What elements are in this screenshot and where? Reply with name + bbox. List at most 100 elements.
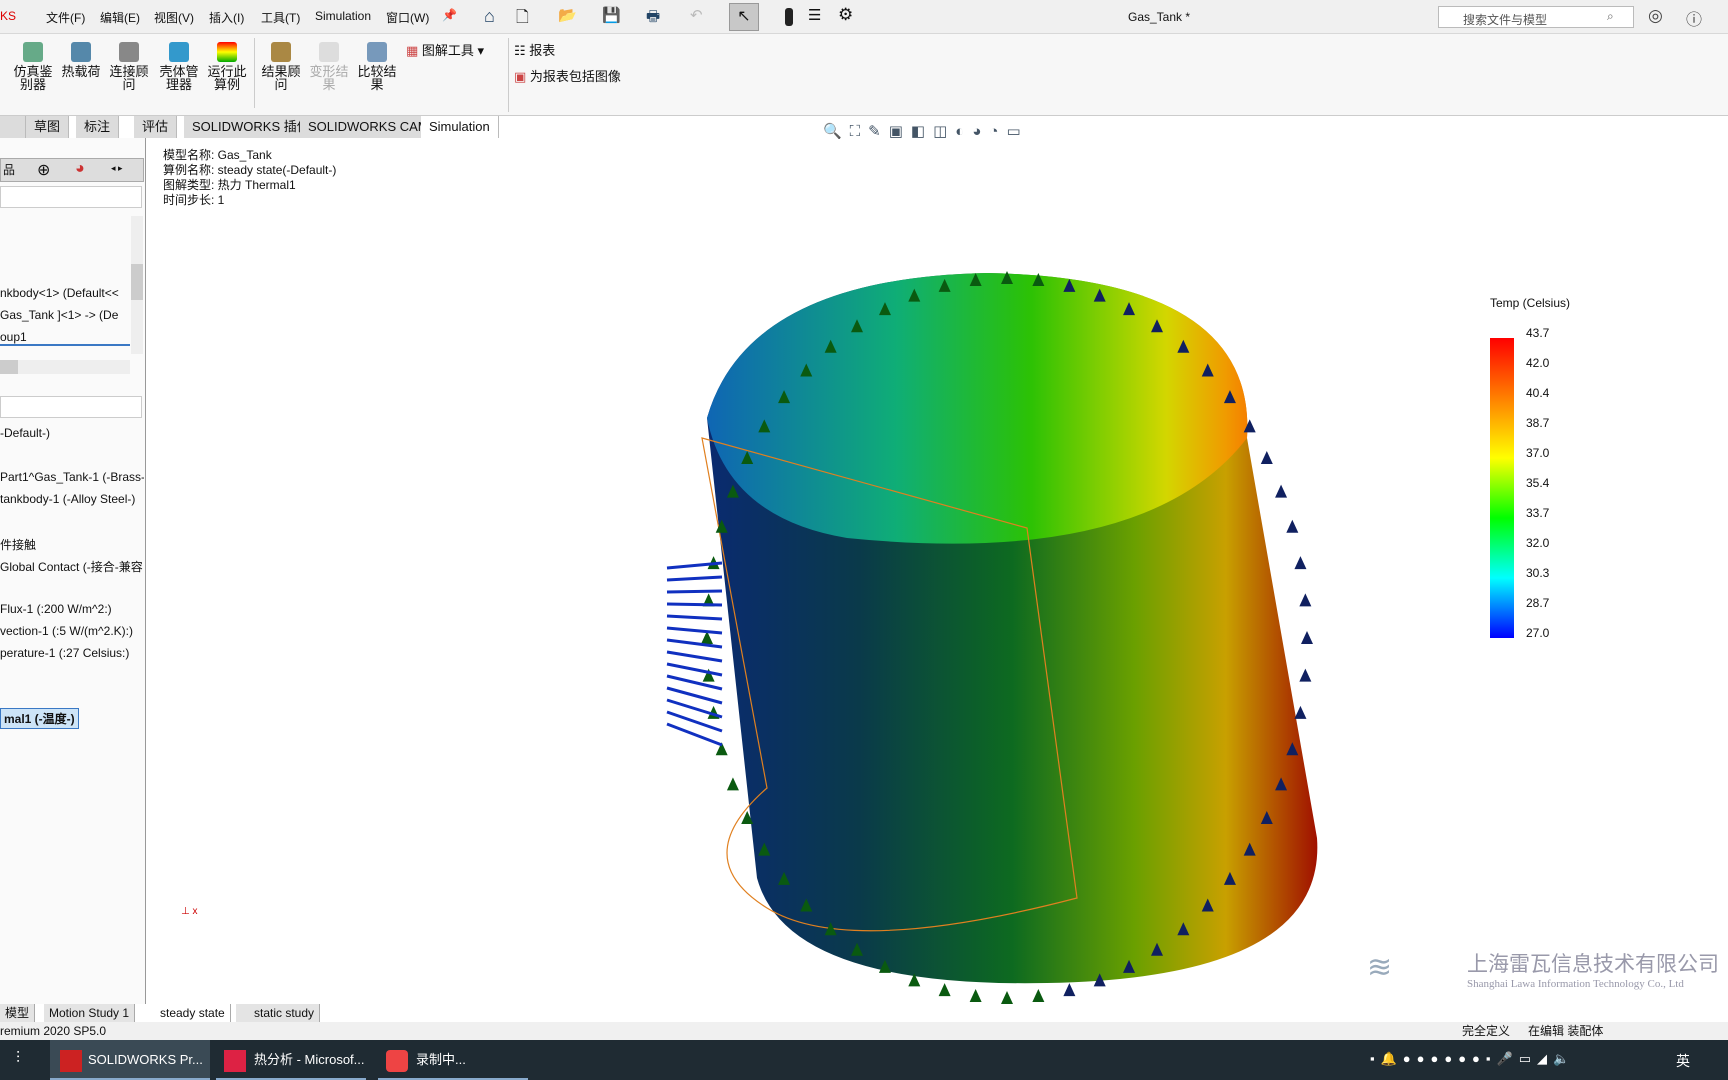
thermal-loads-button[interactable]: 热载荷 — [58, 42, 104, 78]
legend-tick: 33.7 — [1526, 506, 1550, 520]
search-icon[interactable]: ⌕ — [1607, 9, 1614, 24]
shell-manager-button[interactable]: 壳体管理器 — [156, 42, 202, 91]
legend-title: Temp (Celsius) — [1490, 296, 1571, 310]
menu-simulation[interactable]: Simulation — [315, 9, 371, 23]
simulation-advisor-button[interactable]: 仿真鉴别器 — [10, 42, 56, 91]
include-image-button[interactable]: ▣ 为报表包括图像 — [514, 66, 621, 85]
menu-view[interactable]: 视图(V) — [154, 9, 194, 26]
taskbar-recorder[interactable]: 录制中... — [378, 1040, 528, 1080]
taskbar-solidworks[interactable]: SOLIDWORKS Pr... — [50, 1040, 210, 1080]
select-pointer-icon[interactable]: ↖ — [729, 3, 759, 31]
tree-item-heat-flux[interactable]: Flux-1 (:200 W/m^2:) — [0, 602, 144, 616]
status-bar: remium 2020 SP5.0 完全定义 在编辑 装配体 — [0, 1022, 1728, 1040]
tree-item-global-contact[interactable]: Global Contact (-接合-兼容 — [0, 558, 144, 575]
save-icon[interactable]: 💾 — [602, 6, 621, 24]
watermark-cn: 上海雷瓦信息技术有限公司 — [1467, 952, 1719, 976]
watermark-logo-icon: ≋ — [1367, 951, 1393, 984]
menu-insert[interactable]: 插入(I) — [209, 9, 244, 26]
undo-icon[interactable]: ↶ — [690, 6, 703, 24]
taskbar: ⫶ SOLIDWORKS Pr... 热分析 - Microsof... 录制中… — [0, 1040, 1728, 1080]
recorder-icon — [386, 1050, 408, 1072]
tab-static-study[interactable]: static study — [236, 1004, 321, 1022]
task-view-icon[interactable]: ⫶ — [16, 1050, 20, 1068]
options-gear-icon[interactable]: ⚙ — [838, 5, 853, 25]
heat-flux-arrow — [666, 626, 723, 635]
new-file-icon[interactable]: 🗋 — [516, 6, 529, 33]
taskbar-powerpoint[interactable]: 热分析 - Microsof... — [216, 1040, 366, 1080]
horizontal-scrollbar[interactable] — [0, 360, 130, 374]
dimxpert-icon[interactable]: ⊕ — [37, 160, 50, 180]
tab-sketch[interactable]: 草图 — [26, 116, 70, 138]
tree-item[interactable]: nkbody<1> (Default<< — [0, 286, 144, 300]
scroll-left-icon[interactable]: ◂ ▸ — [111, 163, 123, 174]
convection-marker — [938, 983, 951, 997]
vertical-scrollbar[interactable] — [131, 216, 143, 354]
menu-file[interactable]: 文件(F) — [46, 9, 85, 26]
command-manager-ribbon: 仿真鉴别器 热载荷 连接顾问 壳体管理器 运行此算例 结果顾问 变形结果 比较结… — [0, 34, 1728, 116]
menu-tools[interactable]: 工具(T) — [261, 9, 300, 26]
display-manager-icon[interactable]: ◕ — [75, 160, 85, 178]
search-box[interactable]: 搜索文件与模型 ⌕ — [1438, 6, 1634, 28]
legend-tick: 28.7 — [1526, 596, 1550, 610]
plot-tools-button[interactable]: ▦ 图解工具 ▾ — [406, 40, 484, 59]
system-tray-icons[interactable]: ▪🔔●●●●●●▪🎤▭◢🔈 — [1370, 1051, 1575, 1067]
solidworks-icon — [60, 1050, 82, 1072]
bottom-tabs: 模型 Motion Study 1 steady state static st… — [0, 1004, 340, 1022]
results-advisor-button[interactable]: 结果顾问 — [258, 42, 304, 91]
report-button[interactable]: ☷ 报表 — [514, 40, 555, 59]
tree-item-convection[interactable]: vection-1 (:5 W/(m^2.K):) — [0, 624, 144, 638]
legend-tick: 38.7 — [1526, 416, 1550, 430]
tree-item-part[interactable]: tankbody-1 (-Alloy Steel-) — [0, 492, 144, 506]
heat-flux-arrow — [666, 614, 723, 621]
feature-manager-panel: 品 ⊕ ◕ ◂ ▸ nkbody<1> (Default<< Gas_Tank … — [0, 138, 146, 1004]
heat-flux-arrow — [666, 662, 723, 677]
tab-steady-state[interactable]: steady state — [142, 1004, 231, 1022]
home-icon[interactable]: ⌂ — [484, 6, 495, 27]
convection-marker — [1301, 631, 1313, 644]
menu-edit[interactable]: 编辑(E) — [100, 9, 140, 26]
tree-item[interactable]: oup1 — [0, 330, 130, 346]
tree-item[interactable]: Gas_Tank ]<1> -> (De — [0, 308, 144, 322]
rebuild-light-icon[interactable] — [785, 8, 793, 26]
compare-results-button[interactable]: 比较结果 — [354, 42, 400, 91]
tree-item-contacts[interactable]: 件接触 — [0, 536, 144, 553]
document-title: Gas_Tank * — [1128, 10, 1191, 24]
tab-prev[interactable] — [0, 116, 26, 138]
search-input[interactable]: 搜索文件与模型 — [1463, 11, 1547, 28]
tab-solidworks-addins[interactable]: SOLIDWORKS 插件 — [184, 116, 319, 138]
plot-tools-icon: ▦ — [406, 43, 419, 58]
deformed-result-button[interactable]: 变形结果 — [306, 42, 352, 91]
tab-model[interactable]: 模型 — [0, 1004, 36, 1022]
menu-window[interactable]: 窗口(W) — [386, 9, 429, 26]
ime-indicator[interactable]: 英 — [1676, 1051, 1690, 1071]
convection-marker — [1260, 451, 1273, 464]
help-icon[interactable]: ⓘ — [1686, 6, 1702, 30]
print-icon[interactable]: 🖶 — [646, 6, 660, 31]
run-study-button[interactable]: 运行此算例 — [204, 42, 250, 91]
tab-simulation[interactable]: Simulation — [421, 116, 499, 138]
tab-markup[interactable]: 标注 — [76, 116, 120, 138]
panel-tabs: 品 ⊕ ◕ ◂ ▸ — [0, 158, 144, 182]
button-label: 变形结果 — [309, 64, 349, 92]
tab-evaluate[interactable]: 评估 — [134, 116, 178, 138]
tab-solidworks-cam[interactable]: SOLIDWORKS CAM — [300, 116, 438, 138]
filter-input[interactable] — [0, 186, 142, 208]
pin-icon[interactable]: 📌 — [442, 8, 457, 22]
study-name: 算例名称: steady state(-Default-) — [163, 163, 337, 177]
convection-marker — [969, 989, 982, 1003]
file-properties-icon[interactable]: ☰ — [808, 6, 821, 24]
tree-item-part[interactable]: Part1^Gas_Tank-1 (-Brass-) — [0, 470, 144, 484]
tree-item-temperature[interactable]: perature-1 (:27 Celsius:) — [0, 646, 144, 660]
user-account-icon[interactable]: ◎ — [1648, 6, 1663, 26]
task-label: 热分析 - Microsof... — [254, 1052, 365, 1067]
tree-item-thermal-result[interactable]: mal1 (-温度-) — [0, 708, 79, 729]
legend-tick: 37.0 — [1526, 446, 1550, 460]
tab-motion-study[interactable]: Motion Study 1 — [44, 1004, 136, 1022]
open-file-icon[interactable]: 📂 — [558, 6, 577, 24]
connections-advisor-button[interactable]: 连接顾问 — [106, 42, 152, 91]
time-step: 时间步长: 1 — [163, 193, 225, 207]
legend-tick: 43.7 — [1526, 326, 1550, 340]
config-manager-icon[interactable]: 品 — [3, 161, 15, 178]
sim-filter-input[interactable] — [0, 396, 142, 418]
tree-item-study[interactable]: -Default-) — [0, 426, 144, 440]
